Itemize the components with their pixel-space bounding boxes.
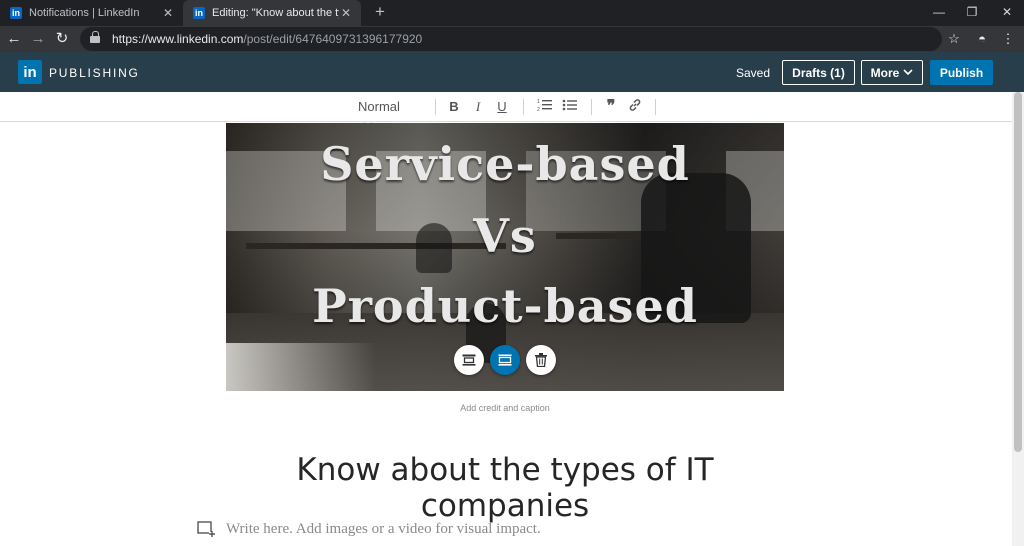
page-scrollbar[interactable] <box>1012 92 1024 546</box>
minimize-window-button[interactable]: — <box>922 0 956 26</box>
cover-title-line: Product-based <box>312 279 698 333</box>
more-button[interactable]: More <box>861 60 923 85</box>
publishing-label: PUBLISHING <box>49 66 140 80</box>
chevron-down-icon <box>903 69 913 76</box>
browser-address-bar: ← → ↻ https://www.linkedin.com/post/edit… <box>0 26 1024 52</box>
toolbar-divider <box>655 99 656 115</box>
bold-button[interactable]: B <box>446 98 462 116</box>
close-tab-icon[interactable]: ✕ <box>161 6 175 20</box>
lock-icon <box>90 31 100 44</box>
cover-image[interactable]: Service-based Vs Product-based <box>226 123 784 391</box>
linkedin-logo[interactable]: in <box>18 60 42 84</box>
browser-menu-icon[interactable]: ⋮ <box>998 29 1018 49</box>
text-style-value: Normal <box>358 99 400 114</box>
article-headline[interactable]: Know about the types of IT companies <box>226 452 784 524</box>
url-field[interactable]: https://www.linkedin.com/post/edit/64764… <box>80 27 942 51</box>
bookmark-star-icon[interactable]: ☆ <box>944 29 964 49</box>
numbered-list-icon[interactable]: 12 <box>536 98 554 116</box>
underline-button[interactable]: U <box>494 98 510 116</box>
scrollbar-thumb[interactable] <box>1014 92 1022 452</box>
cover-title-line: Service-based <box>320 137 690 191</box>
image-inline-button[interactable] <box>454 345 484 375</box>
tab-title: Editing: "Know about the types o <box>212 7 339 19</box>
tab-title: Notifications | LinkedIn <box>29 7 140 19</box>
text-style-select[interactable]: Normal <box>358 98 418 128</box>
tab-notifications[interactable]: in Notifications | LinkedIn ✕ <box>0 0 183 26</box>
quote-icon[interactable]: ❞ <box>603 98 619 116</box>
cover-title-line: Vs <box>473 209 537 263</box>
restore-window-button[interactable]: ❐ <box>955 0 989 26</box>
formatting-toolbar: Normal B I U 12 ❞ <box>0 92 1012 128</box>
delete-image-button[interactable] <box>526 345 556 375</box>
image-full-width-button[interactable] <box>490 345 520 375</box>
close-window-button[interactable]: ✕ <box>990 0 1024 26</box>
svg-text:2: 2 <box>537 107 540 112</box>
publish-button[interactable]: Publish <box>930 60 993 85</box>
back-icon[interactable]: ← <box>4 29 24 49</box>
add-media-icon[interactable] <box>197 521 215 537</box>
tab-editing[interactable]: in Editing: "Know about the types o ✕ <box>183 0 361 26</box>
drafts-button[interactable]: Drafts (1) <box>782 60 855 85</box>
toolbar-divider <box>435 99 436 115</box>
article-body-input[interactable]: Write here. Add images or a video for vi… <box>226 521 541 538</box>
forward-icon[interactable]: → <box>28 29 48 49</box>
publishing-header: in PUBLISHING Saved Drafts (1) More Publ… <box>0 52 1024 92</box>
italic-button[interactable]: I <box>470 98 486 116</box>
new-tab-button[interactable]: + <box>370 2 390 22</box>
link-icon[interactable] <box>627 98 643 116</box>
incognito-icon[interactable]: ◓ <box>972 29 992 49</box>
svg-text:1: 1 <box>537 99 540 105</box>
image-full-width-icon <box>498 354 512 366</box>
more-label: More <box>870 65 900 80</box>
save-status: Saved <box>736 66 771 80</box>
url-text: https://www.linkedin.com/post/edit/64764… <box>112 32 423 46</box>
toolbar-divider <box>523 99 524 115</box>
image-inline-icon <box>462 354 476 366</box>
toolbar-divider <box>591 99 592 115</box>
linkedin-favicon-icon: in <box>193 7 205 19</box>
browser-tab-strip: in Notifications | LinkedIn ✕ in Editing… <box>0 0 1024 26</box>
close-tab-icon[interactable]: ✕ <box>339 6 353 20</box>
caption-input[interactable]: Add credit and caption <box>226 403 784 413</box>
bulleted-list-icon[interactable] <box>561 98 579 116</box>
reload-icon[interactable]: ↻ <box>52 29 72 49</box>
trash-icon <box>535 353 547 367</box>
floor-light <box>226 343 376 391</box>
linkedin-favicon-icon: in <box>10 7 22 19</box>
